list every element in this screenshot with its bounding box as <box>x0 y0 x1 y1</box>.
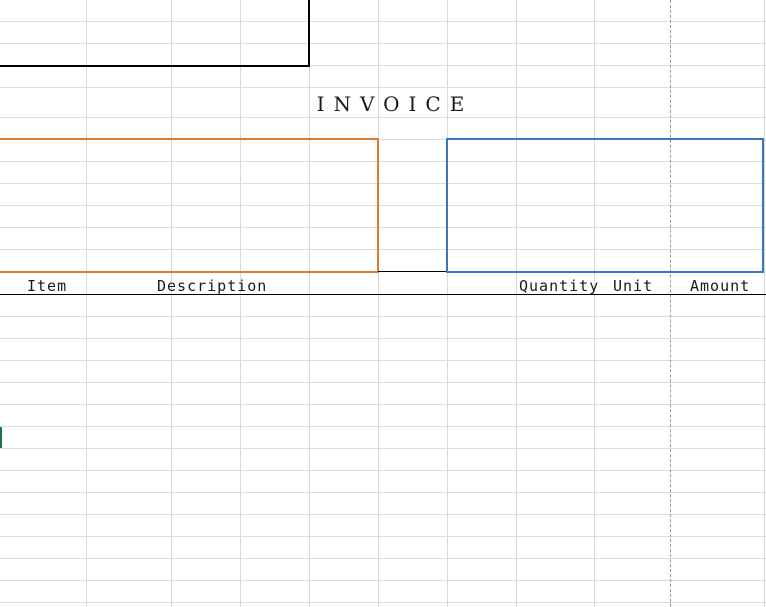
column-gridline <box>594 0 595 607</box>
bill-to-box[interactable] <box>0 138 379 273</box>
header-top-border <box>378 271 446 272</box>
column-gridline <box>516 0 517 607</box>
row-gridline <box>0 448 766 449</box>
column-header-amount[interactable]: Amount <box>690 277 750 295</box>
row-gridline <box>0 87 766 88</box>
column-gridline <box>764 0 765 607</box>
row-gridline <box>0 602 766 603</box>
column-header-quantity[interactable]: Quantity <box>519 277 599 295</box>
invoice-title: INVOICE <box>316 92 474 116</box>
row-gridline <box>0 117 766 118</box>
row-gridline <box>0 536 766 537</box>
row-gridline <box>0 558 766 559</box>
row-gridline <box>0 492 766 493</box>
spreadsheet-grid[interactable]: INVOICE Item Description Quantity Unit A… <box>0 0 766 607</box>
sender-info-box[interactable] <box>0 0 310 67</box>
invoice-info-box[interactable] <box>446 138 764 273</box>
row-gridline <box>0 338 766 339</box>
column-gridline <box>240 0 241 607</box>
column-header-item[interactable]: Item <box>27 277 67 295</box>
column-gridline <box>86 0 87 607</box>
row-gridline <box>0 514 766 515</box>
column-header-unit[interactable]: Unit <box>613 277 653 295</box>
active-cell-indicator <box>0 427 2 448</box>
row-gridline <box>0 470 766 471</box>
row-gridline <box>0 426 766 427</box>
row-gridline <box>0 404 766 405</box>
page-break-line <box>670 0 671 607</box>
row-gridline <box>0 382 766 383</box>
row-gridline <box>0 580 766 581</box>
column-header-description[interactable]: Description <box>157 277 267 295</box>
row-gridline <box>0 316 766 317</box>
row-gridline <box>0 360 766 361</box>
column-gridline <box>171 0 172 607</box>
